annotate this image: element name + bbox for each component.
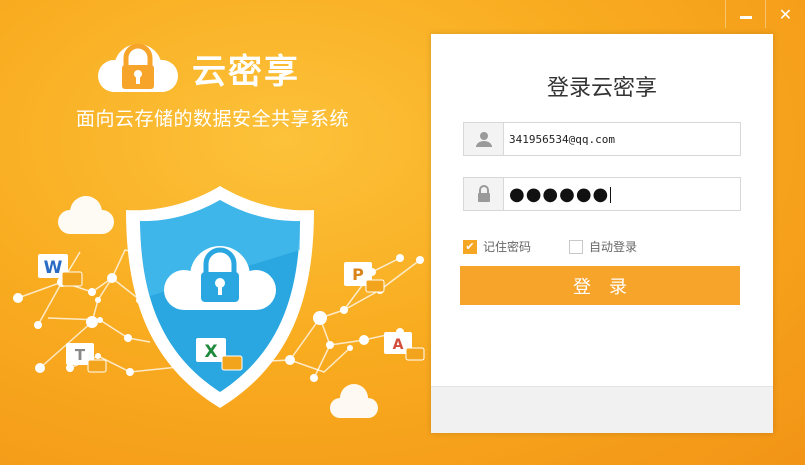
svg-text:W: W [44,258,63,278]
minimize-button[interactable] [725,0,765,28]
file-badge-pdf: A [384,332,425,361]
svg-text:T: T [75,346,86,364]
auto-login-label: 自动登录 [589,240,638,254]
shield-cloud-lock-icon [126,186,314,408]
security-illustration: W T X P A [13,186,425,418]
remember-password-option[interactable]: ✔ 记住密码 [463,238,531,255]
login-title: 登录云密享 [546,76,657,101]
minimize-icon [739,15,752,19]
cloud-lock-icon [98,43,178,92]
slogan: 面向云存储的数据安全共享系统 [76,108,350,130]
close-button[interactable]: ✕ [765,0,805,28]
remember-password-checkbox[interactable]: ✔ [463,239,477,254]
user-icon [464,123,504,155]
brand: 云密享 [92,38,300,98]
file-badge-ppt: P [344,262,385,293]
svg-text:A: A [393,337,404,353]
password-mask: ●●●●●● [509,183,610,205]
brand-name: 云密享 [192,51,300,92]
login-panel: 登录云密享 341956534@qq.com ●●●●●● ✔ 记住密码 自动登… [431,34,773,433]
svg-text:X: X [204,342,217,362]
window-controls: ✕ [725,0,805,30]
username-value[interactable]: 341956534@qq.com [504,133,740,146]
lock-icon [464,178,504,210]
username-field[interactable]: 341956534@qq.com [463,122,741,156]
remember-password-label: 记住密码 [483,240,532,254]
login-button[interactable]: 登录 [460,266,740,305]
password-field[interactable]: ●●●●●● [463,177,741,211]
close-icon: ✕ [778,4,793,24]
password-value[interactable]: ●●●●●● [504,184,740,205]
svg-text:P: P [352,265,364,284]
auto-login-option[interactable]: 自动登录 [569,238,637,255]
auto-login-checkbox[interactable] [569,239,583,254]
panel-footer [431,386,773,433]
text-caret [610,186,612,203]
checkmark-icon: ✔ [465,240,475,253]
login-window: ✕ 云密享 面向云存储的数据安全共享系统 W T X P A 登录云密享 341… [0,0,805,465]
login-options: ✔ 记住密码 自动登录 [463,238,741,258]
